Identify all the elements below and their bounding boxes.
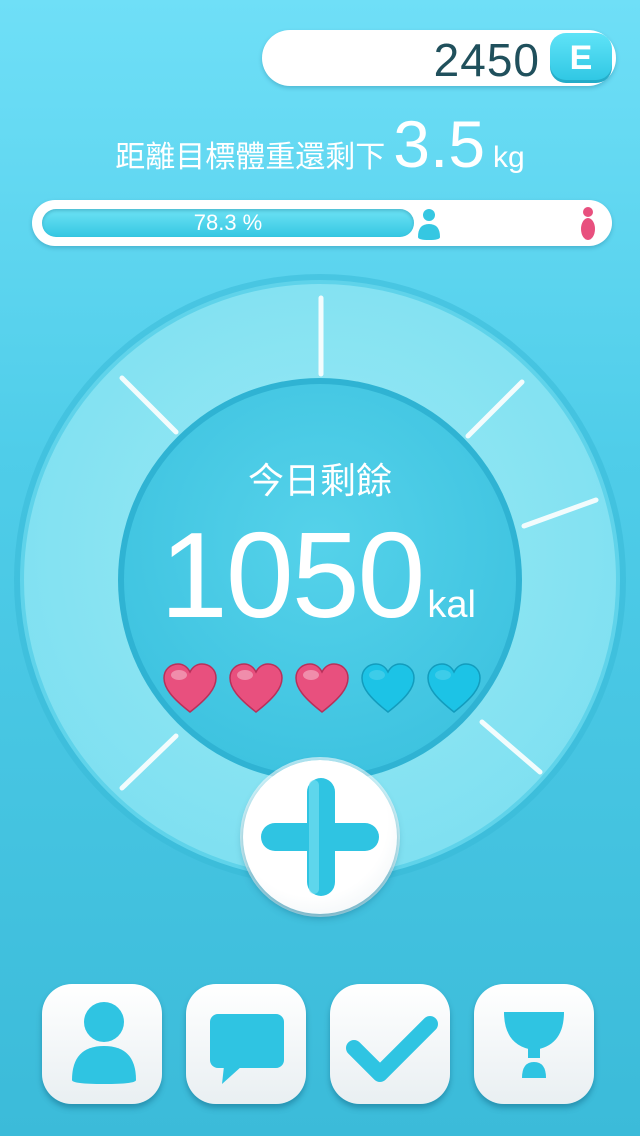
goal-prefix: 距離目標體重還剩下 [115,140,386,175]
add-button[interactable] [243,760,397,914]
nav-profile-button[interactable] [42,984,162,1104]
plus-icon [261,778,379,896]
weight-progress-bar: 78.3 % [32,200,612,246]
goal-unit: kg [493,141,525,174]
goal-number: 3.5 [393,107,486,181]
chat-icon [210,1014,284,1084]
trophy-icon [504,1012,564,1078]
today-remaining-label: 今日剩餘 [247,461,392,502]
nav-chat-button[interactable] [186,984,306,1104]
heart-full-icon [229,663,283,713]
current-position-icon [418,209,440,240]
checkmark-icon [346,1016,438,1082]
heart-empty-icon [427,663,481,713]
progress-percent: 78.3 % [193,210,263,235]
goal-remaining: 距離目標體重還剩下 3.5 kg [0,106,640,181]
nav-checkin-button[interactable] [330,984,450,1104]
goal-marker-icon [581,207,595,240]
heart-empty-icon [361,663,415,713]
energy-counter: 2450 E [262,30,616,86]
heart-full-icon [163,663,217,713]
heart-full-icon [295,663,349,713]
calories-remaining: 1050 kal [160,510,476,640]
calories-value: 1050 [160,507,425,643]
energy-badge[interactable]: E [550,33,612,83]
profile-icon [72,1002,136,1084]
nav-trophy-button[interactable] [474,984,594,1104]
hearts-row [162,662,492,718]
energy-value: 2450 [433,34,540,86]
calories-unit: kal [427,584,476,626]
